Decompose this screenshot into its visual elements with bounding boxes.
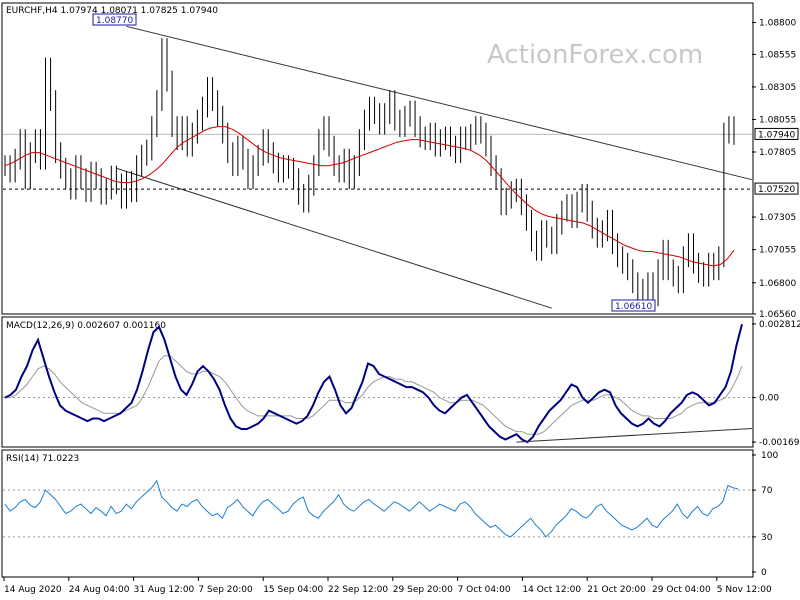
support-price-label: 1.07520 [758,185,795,195]
xtick-label: 5 Nov 12:00 [717,585,772,595]
current-price-label: 1.07940 [758,130,795,140]
xtick-label: 7 Oct 04:00 [458,585,511,595]
macd-line [4,323,743,444]
price-ytick-label: 1.08305 [759,83,796,93]
rsi-ytick-label: 30 [761,533,773,543]
xtick-label: 31 Aug 12:00 [134,585,195,595]
rsi-title: RSI(14) 71.0223 [6,454,79,464]
macd-ytick-label: -0.001698 [759,438,800,448]
price-ytick-label: 1.06800 [759,279,796,289]
xtick-label: 7 Sep 20:00 [198,585,253,595]
price-ytick-label: 1.07305 [759,213,796,223]
price-ytick-label: 1.08055 [759,115,796,125]
eurchf-chart: ActionForex.com EURCHF,H4 1.07974 1.0807… [1,2,800,595]
rsi-ytick-label: 100 [761,451,778,461]
price-ytick-label: 1.07805 [759,148,796,158]
xtick-label: 14 Oct 12:00 [522,585,581,595]
rsi-panel: 100 70 30 0 [3,451,778,578]
price-ytick-label: 1.07055 [759,246,796,256]
xtick-label: 21 Oct 20:00 [587,585,646,595]
rsi-line [4,479,739,538]
high-label: 1.08770 [96,16,133,26]
macd-trendline [516,428,753,443]
xtick-label: 24 Aug 04:00 [69,585,130,595]
price-ytick-label: 1.08800 [759,19,796,29]
moving-average-line [4,126,735,267]
rsi-panel-frame [1,449,754,578]
watermark: ActionForex.com [487,40,703,70]
rsi-ytick-label: 70 [761,486,773,496]
xtick-label: 29 Oct 04:00 [652,585,711,595]
low-label: 1.06610 [615,302,652,312]
macd-title: MACD(12,26,9) 0.002607 0.001160 [6,321,166,331]
macd-panel-frame [1,316,754,448]
xtick-label: 14 Aug 2020 [4,585,62,595]
xtick-label: 15 Sep 04:00 [263,585,323,595]
rsi-ytick-label: 0 [761,568,767,578]
macd-ytick-label: 0.00 [759,394,779,404]
x-axis: 14 Aug 2020 24 Aug 04:00 31 Aug 12:00 7 Sep… [3,577,772,595]
price-ytick-label: 1.06560 [759,310,796,320]
macd-panel: 0.002812 0.00 -0.001698 [3,320,800,448]
macd-ytick-label: 0.002812 [759,320,800,330]
xtick-label: 29 Sep 20:00 [393,585,453,595]
price-ytick-label: 1.08555 [759,50,796,60]
xtick-label: 22 Sep 12:00 [328,585,388,595]
